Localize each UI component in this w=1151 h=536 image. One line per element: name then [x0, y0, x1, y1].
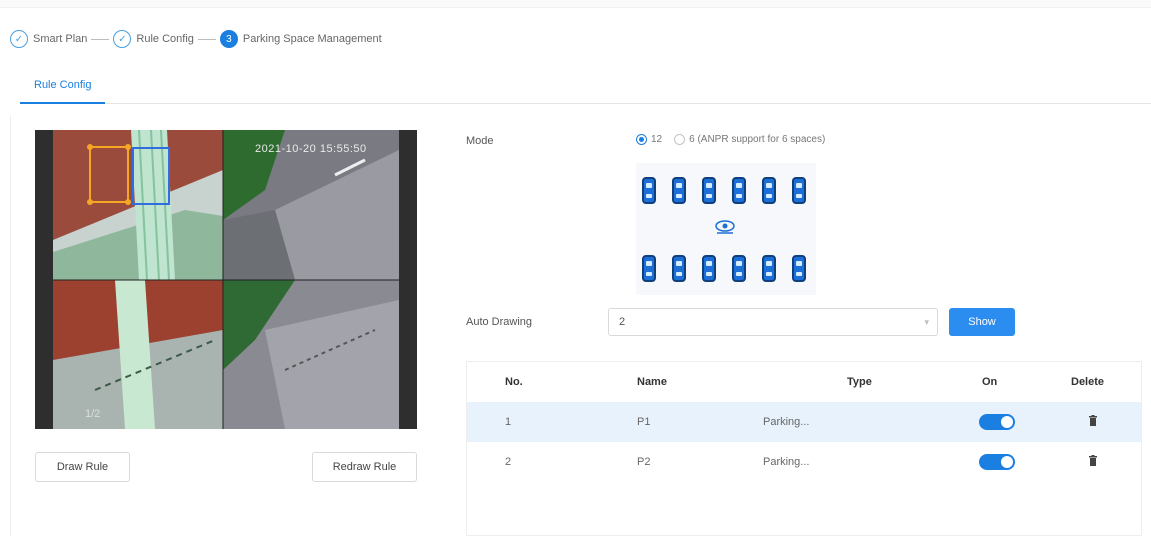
parking-space-table: No. Name Type On Delete 1 P1 Parking... … [466, 361, 1142, 536]
car-icon [702, 177, 716, 204]
car-icon [792, 177, 806, 204]
header-type: Type [847, 376, 872, 388]
camera-icon [715, 220, 735, 234]
panel-border [10, 115, 11, 536]
car-icon [672, 255, 686, 282]
step-label: Parking Space Management [242, 33, 382, 45]
mode-6-radio[interactable] [674, 134, 686, 145]
header-name: Name [637, 376, 667, 388]
show-button[interactable]: Show [949, 308, 1015, 336]
video-preview[interactable]: 2021-10-20 15:55:50 1/2 [35, 130, 417, 429]
row-no: 1 [505, 416, 512, 428]
draw-rule-button[interactable]: Draw Rule [35, 452, 130, 482]
step-parking-space-management[interactable]: 3 Parking Space Management [219, 30, 382, 48]
step-smart-plan[interactable]: ✓ Smart Plan [10, 30, 87, 48]
row-no: 2 [505, 456, 512, 468]
tab-bar: Rule Config [20, 70, 1151, 104]
mode-radio-group: 12 6 (ANPR support for 6 spaces) [636, 134, 833, 145]
step-number: 3 [219, 30, 238, 48]
table-row[interactable]: 2 P2 Parking... [467, 442, 1141, 482]
car-icon [762, 177, 776, 204]
check-icon: ✓ [10, 30, 28, 48]
car-icon [732, 177, 746, 204]
step-label: Rule Config [136, 33, 194, 45]
auto-drawing-select[interactable]: 2 ▾ [608, 308, 938, 336]
car-icon [642, 177, 656, 204]
table-row[interactable]: 1 P1 Parking... [467, 402, 1141, 442]
parking-layout-diagram [636, 163, 816, 295]
window-top-strip [0, 0, 1151, 8]
auto-drawing-label: Auto Drawing [466, 316, 533, 328]
car-icon [702, 255, 716, 282]
mode-12-label: 12 [651, 134, 663, 145]
wizard-steps: ✓ Smart Plan ✓ Rule Config 3 Parking Spa… [10, 28, 382, 50]
step-rule-config[interactable]: ✓ Rule Config [113, 30, 194, 48]
enable-toggle[interactable] [979, 454, 1015, 470]
header-delete: Delete [1071, 376, 1105, 388]
check-icon: ✓ [113, 30, 132, 48]
trash-icon[interactable] [1089, 415, 1097, 426]
row-name: P1 [637, 416, 651, 428]
row-type: Parking... [763, 456, 810, 468]
trash-icon[interactable] [1089, 455, 1097, 466]
car-icon [732, 255, 746, 282]
table-header: No. Name Type On Delete [467, 362, 1141, 402]
car-icon [792, 255, 806, 282]
header-no: No. [505, 376, 523, 388]
mode-6-label: 6 (ANPR support for 6 spaces) [689, 134, 826, 145]
redraw-rule-button[interactable]: Redraw Rule [312, 452, 417, 482]
tab-rule-config[interactable]: Rule Config [20, 70, 106, 104]
enable-toggle[interactable] [979, 414, 1015, 430]
step-connector [197, 38, 216, 40]
car-icon [642, 255, 656, 282]
video-timestamp: 2021-10-20 15:55:50 [255, 143, 367, 155]
step-connector [91, 38, 110, 40]
row-type: Parking... [763, 416, 810, 428]
step-label: Smart Plan [33, 33, 88, 45]
auto-drawing-value: 2 [619, 316, 626, 328]
car-icon [762, 255, 776, 282]
car-icon [672, 177, 686, 204]
mode-12-radio[interactable] [636, 134, 647, 145]
video-channel-label: 1/2 [85, 408, 101, 420]
camera-feed [35, 130, 417, 429]
mode-label: Mode [466, 135, 494, 147]
chevron-down-icon: ▾ [924, 317, 929, 327]
row-name: P2 [637, 456, 651, 468]
header-on: On [982, 376, 998, 388]
